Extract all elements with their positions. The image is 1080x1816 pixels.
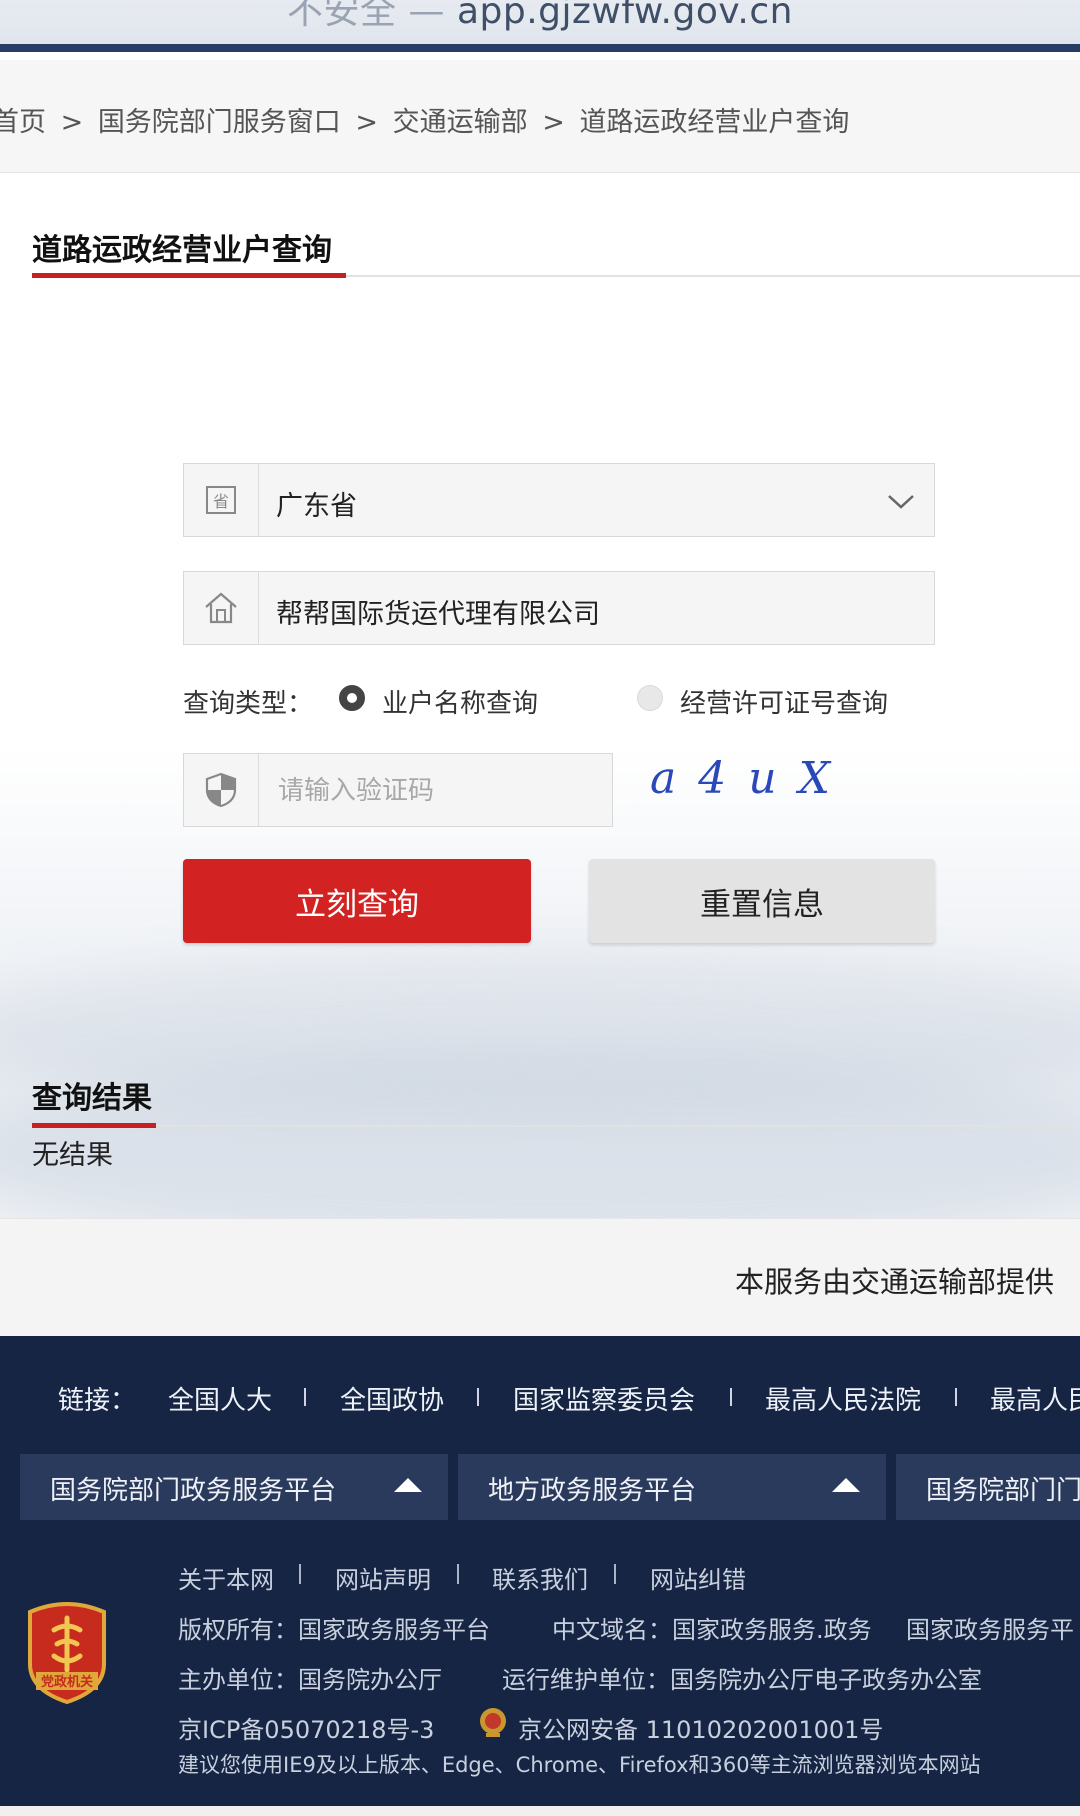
browser-tip: 建议您使用IE9及以上版本、Edge、Chrome、Firefox和360等主流… bbox=[178, 1753, 981, 1777]
platform-dept-dropdown[interactable]: 国务院部门政务服务平台 bbox=[20, 1454, 448, 1520]
page-title: 道路运政经营业户查询 bbox=[32, 233, 332, 268]
breadcrumb-home[interactable]: 首页 bbox=[0, 107, 46, 138]
provider-text: 本服务由交通运输部提供 bbox=[734, 1265, 1054, 1299]
chevron-down-icon[interactable] bbox=[886, 486, 916, 516]
triangle-up-icon bbox=[832, 1478, 860, 1492]
query-type-label: 查询类型： bbox=[183, 689, 314, 719]
link-supervision[interactable]: 国家监察委员会 bbox=[513, 1380, 695, 1417]
radio-name-query[interactable] bbox=[339, 685, 365, 711]
shield-icon bbox=[184, 754, 259, 826]
link-divider bbox=[477, 1388, 479, 1406]
bottom-strip bbox=[0, 1806, 1080, 1816]
province-icon: 省 bbox=[184, 464, 259, 536]
footer-copyright: 版权所有：国家政务服务平台 bbox=[178, 1616, 490, 1644]
link-supreme-court[interactable]: 最高人民法院 bbox=[765, 1380, 921, 1417]
province-select[interactable]: 省 广东省 bbox=[183, 463, 935, 537]
platform-local-label: 地方政务服务平台 bbox=[488, 1476, 697, 1506]
footer-divider bbox=[299, 1564, 301, 1584]
platform-local-dropdown[interactable]: 地方政务服务平台 bbox=[458, 1454, 886, 1520]
company-name-field[interactable]: 帮帮国际货运代理有限公司 bbox=[183, 571, 935, 645]
home-icon bbox=[184, 572, 259, 644]
footer-police[interactable]: 京公网安备 11010202001001号 bbox=[518, 1710, 883, 1745]
footer-divider bbox=[614, 1564, 616, 1584]
link-divider bbox=[304, 1388, 306, 1406]
triangle-up-icon bbox=[394, 1478, 422, 1492]
breadcrumb-sep: > bbox=[60, 107, 84, 138]
result-accent bbox=[32, 1123, 156, 1128]
platform-dept2-label: 国务院部门门 bbox=[926, 1476, 1080, 1506]
radio-name-query-label[interactable]: 业户名称查询 bbox=[382, 683, 538, 720]
link-divider bbox=[955, 1388, 957, 1406]
captcha-field[interactable] bbox=[183, 753, 613, 827]
url-text[interactable]: 不安全 — app.gjzwfw.gov.cn bbox=[0, 0, 1080, 34]
provider-strip: 本服务由交通运输部提供 bbox=[0, 1218, 1080, 1337]
captcha-image[interactable]: a4uX bbox=[650, 753, 852, 804]
emblem-text: 党政机关 bbox=[41, 1674, 93, 1690]
captcha-input[interactable] bbox=[276, 770, 600, 812]
footer-cn-domain: 中文域名：国家政务服务.政务 bbox=[552, 1616, 872, 1644]
footer-statement[interactable]: 网站声明 bbox=[335, 1560, 431, 1595]
footer-host: 主办单位：国务院办公厅 bbox=[178, 1666, 442, 1694]
party-government-emblem-icon[interactable]: 党政机关 bbox=[24, 1600, 110, 1704]
platform-dept2-dropdown[interactable]: 国务院部门门 bbox=[896, 1454, 1080, 1520]
police-badge-icon bbox=[480, 1708, 506, 1737]
footer-maintainer: 运行维护单位：国务院办公厅电子政务办公室 bbox=[502, 1666, 982, 1694]
footer-about[interactable]: 关于本网 bbox=[178, 1560, 274, 1595]
reset-button[interactable]: 重置信息 bbox=[589, 859, 935, 943]
province-icon-text: 省 bbox=[213, 492, 229, 511]
breadcrumb-sep: > bbox=[355, 107, 379, 138]
background-mist bbox=[0, 1053, 1080, 1218]
link-cppcc[interactable]: 全国政协 bbox=[340, 1380, 444, 1417]
link-supreme-procuratorate[interactable]: 最高人民 bbox=[990, 1380, 1080, 1417]
breadcrumb-dept-window[interactable]: 国务院部门服务窗口 bbox=[98, 107, 341, 138]
province-value: 广东省 bbox=[276, 491, 357, 522]
footer-contact[interactable]: 联系我们 bbox=[492, 1560, 588, 1595]
footer-cn-domain2: 国家政务服务平 bbox=[906, 1616, 1074, 1644]
result-text: 无结果 bbox=[32, 1140, 113, 1171]
footer-icp[interactable]: 京ICP备05070218号-3 bbox=[178, 1710, 434, 1745]
browser-url-bar[interactable]: 不安全 — app.gjzwfw.gov.cn bbox=[0, 0, 1080, 52]
radio-license-query[interactable] bbox=[637, 685, 663, 711]
breadcrumb-sep: > bbox=[542, 107, 565, 138]
result-divider bbox=[32, 1125, 1080, 1127]
security-warning: 不安全 bbox=[287, 0, 397, 32]
title-accent bbox=[32, 273, 346, 278]
url-separator: — bbox=[408, 0, 446, 32]
url-domain: app.gjzwfw.gov.cn bbox=[456, 0, 793, 32]
platform-dept-label: 国务院部门政务服务平台 bbox=[50, 1476, 337, 1506]
footer-report-error[interactable]: 网站纠错 bbox=[650, 1560, 746, 1595]
submit-query-button[interactable]: 立刻查询 bbox=[183, 859, 531, 943]
breadcrumb-current: 道路运政经营业户查询 bbox=[579, 107, 850, 138]
link-divider bbox=[730, 1388, 732, 1406]
query-panel: 道路运政经营业户查询 省 广东省 帮帮国际货运代理有限公司 查询类型： 业户名称… bbox=[0, 173, 1080, 1218]
result-title: 查询结果 bbox=[32, 1081, 152, 1116]
breadcrumb-transport[interactable]: 交通运输部 bbox=[393, 107, 528, 138]
breadcrumb: 首页 > 国务院部门服务窗口 > 交通运输部 > 道路运政经营业户查询 bbox=[0, 60, 1080, 173]
link-npc[interactable]: 全国人大 bbox=[168, 1380, 272, 1417]
radio-license-query-label[interactable]: 经营许可证号查询 bbox=[680, 683, 888, 720]
footer-divider bbox=[457, 1564, 459, 1584]
links-label: 链接： bbox=[58, 1386, 137, 1416]
header-bar bbox=[0, 44, 1080, 52]
company-name-value: 帮帮国际货运代理有限公司 bbox=[276, 599, 600, 630]
footer: 链接： 全国人大 全国政协 国家监察委员会 最高人民法院 最高人民 国务院部门政… bbox=[0, 1336, 1080, 1806]
